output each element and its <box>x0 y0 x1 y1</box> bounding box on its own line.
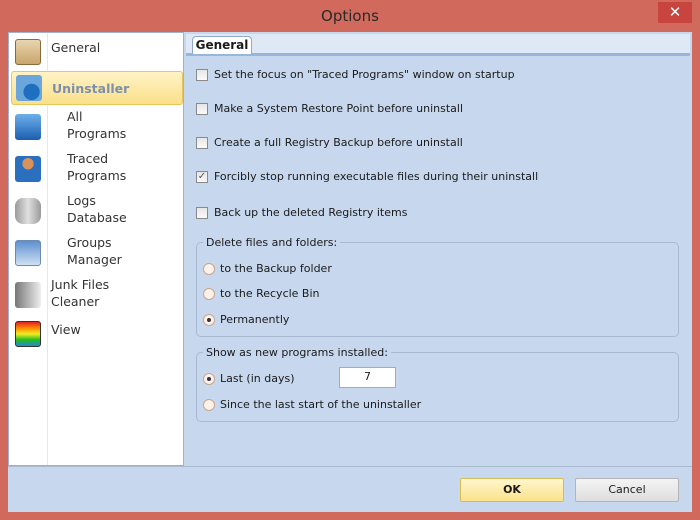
programs-icon <box>15 114 41 140</box>
sidebar-item-label: View <box>51 322 81 337</box>
checkbox-label: Back up the deleted Registry items <box>214 206 408 219</box>
tab-general[interactable]: General <box>192 36 252 54</box>
checkbox[interactable] <box>196 102 208 115</box>
sidebar-item-logs-database[interactable]: Logs Database <box>11 192 183 228</box>
sidebar: General Uninstaller All Programs Traced … <box>8 32 184 466</box>
radio-button[interactable] <box>203 398 215 411</box>
sidebar-item-general[interactable]: General <box>11 39 183 69</box>
ok-button[interactable]: OK <box>460 478 564 502</box>
cleaner-icon <box>15 282 41 308</box>
option-registry-backup[interactable]: Create a full Registry Backup before uni… <box>196 136 463 149</box>
checkbox[interactable] <box>196 136 208 149</box>
sidebar-item-all-programs[interactable]: All Programs <box>11 108 183 144</box>
radio-button[interactable] <box>203 287 215 300</box>
checkbox-label: Set the focus on "Traced Programs" windo… <box>214 68 515 81</box>
group-title: Delete files and folders: <box>203 236 341 249</box>
option-backup-registry-items[interactable]: Back up the deleted Registry items <box>196 206 407 219</box>
sidebar-item-label: Junk Files Cleaner <box>51 277 110 309</box>
checkbox[interactable] <box>196 68 208 81</box>
sidebar-item-traced-programs[interactable]: Traced Programs <box>11 150 183 186</box>
sidebar-item-label: Logs Database <box>67 193 127 225</box>
delete-files-group: Delete files and folders: to the Backup … <box>196 236 679 337</box>
option-restore-point[interactable]: Make a System Restore Point before unins… <box>196 102 463 115</box>
sidebar-item-uninstaller[interactable]: Uninstaller <box>11 71 183 105</box>
radio-recycle-bin[interactable]: to the Recycle Bin <box>203 287 320 300</box>
footer-divider <box>8 466 692 467</box>
sidebar-item-label: Groups Manager <box>67 235 122 267</box>
show-new-programs-group: Show as new programs installed: Last (in… <box>196 346 679 422</box>
cancel-button[interactable]: Cancel <box>575 478 679 502</box>
option-focus-traced[interactable]: Set the focus on "Traced Programs" windo… <box>196 68 515 81</box>
database-icon <box>15 198 41 224</box>
radio-label: Permanently <box>220 313 290 326</box>
radio-backup-folder[interactable]: to the Backup folder <box>203 262 332 275</box>
user-icon <box>15 156 41 182</box>
option-forcibly-stop[interactable]: ✓ Forcibly stop running executable files … <box>196 170 538 183</box>
checkbox[interactable] <box>196 206 208 219</box>
checkbox-label: Forcibly stop running executable files d… <box>214 170 539 183</box>
tab-divider <box>186 53 690 56</box>
view-grid-icon <box>15 321 41 347</box>
radio-label: Last (in days) <box>220 372 295 385</box>
general-panel: General Set the focus on "Traced Program… <box>184 32 692 466</box>
radio-permanently[interactable]: Permanently <box>203 313 289 326</box>
clipboard-check-icon <box>15 39 41 65</box>
tab-strip <box>186 34 690 54</box>
sidebar-item-label: Traced Programs <box>67 151 127 183</box>
sidebar-item-label: General <box>51 40 101 55</box>
days-input[interactable]: 7 <box>339 367 396 388</box>
radio-label: to the Recycle Bin <box>220 287 320 300</box>
radio-button-selected[interactable] <box>203 313 215 326</box>
sidebar-item-label: All Programs <box>67 109 127 141</box>
window-title: Options <box>321 7 379 25</box>
dialog-client: General Uninstaller All Programs Traced … <box>8 32 692 512</box>
checkbox-label: Create a full Registry Backup before uni… <box>214 136 463 149</box>
sidebar-item-groups-manager[interactable]: Groups Manager <box>11 234 183 270</box>
groups-icon <box>15 240 41 266</box>
sidebar-item-junk-files-cleaner[interactable]: Junk Files Cleaner <box>11 276 183 312</box>
radio-last-days[interactable]: Last (in days) <box>203 372 294 385</box>
checkbox-checked[interactable]: ✓ <box>196 170 208 183</box>
group-title: Show as new programs installed: <box>203 346 391 359</box>
radio-label: Since the last start of the uninstaller <box>220 398 422 411</box>
radio-since-last-start[interactable]: Since the last start of the uninstaller <box>203 398 421 411</box>
checkbox-label: Make a System Restore Point before unins… <box>214 102 464 115</box>
radio-button-selected[interactable] <box>203 372 215 385</box>
uninstaller-icon <box>16 75 42 101</box>
sidebar-item-view[interactable]: View <box>11 321 183 351</box>
sidebar-item-label: Uninstaller <box>52 81 130 96</box>
close-button[interactable]: ✕ <box>658 2 692 23</box>
close-icon: ✕ <box>668 3 682 21</box>
radio-label: to the Backup folder <box>220 262 332 275</box>
radio-button[interactable] <box>203 262 215 275</box>
